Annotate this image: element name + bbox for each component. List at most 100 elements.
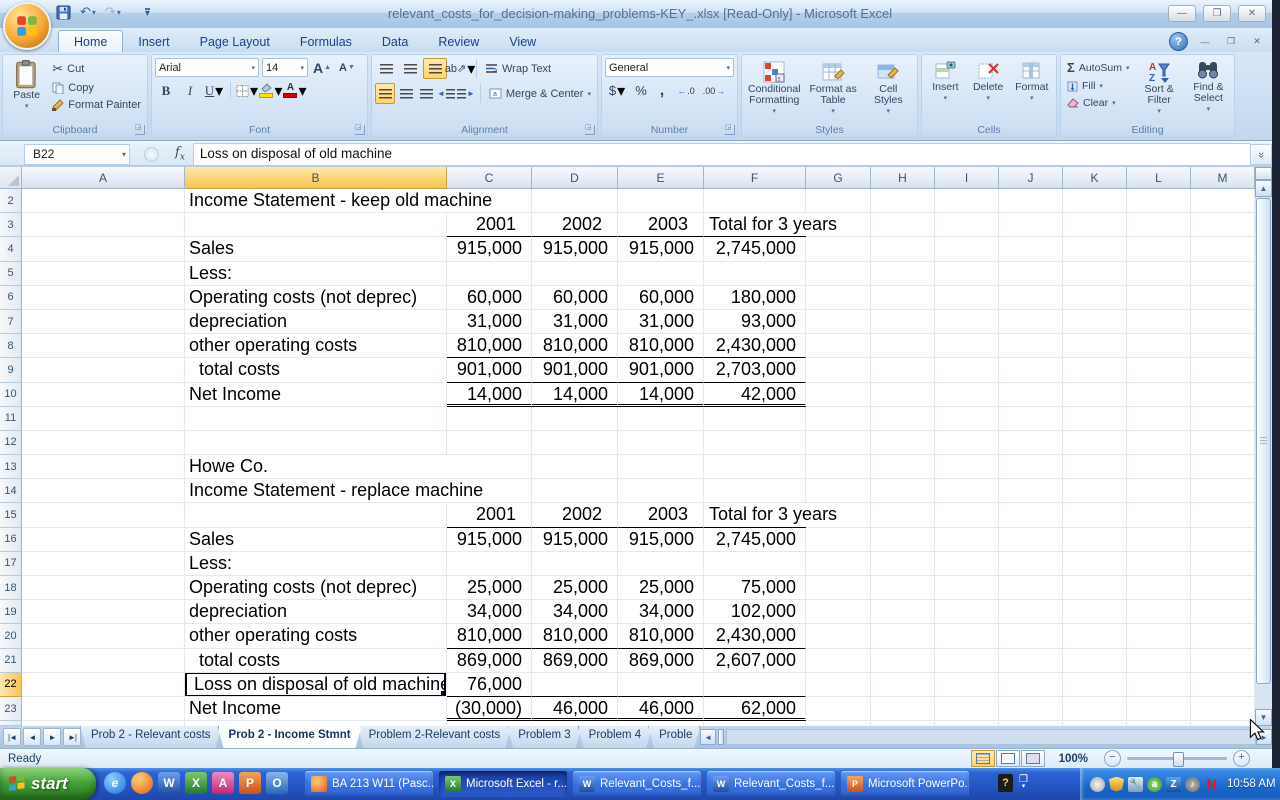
cell-F15[interactable]: Total for 3 years	[704, 503, 806, 527]
row-header-17[interactable]: 17	[0, 552, 22, 576]
sheet-tab-problem-4[interactable]: Problem 4	[578, 726, 652, 748]
cell-L21[interactable]	[1127, 649, 1191, 673]
cell-A16[interactable]	[22, 528, 185, 552]
cell-B21[interactable]: total costs	[185, 649, 447, 673]
row-header-2[interactable]: 2	[0, 189, 22, 213]
cell-M16[interactable]	[1191, 528, 1255, 552]
cell-H4[interactable]	[871, 237, 935, 261]
cell-B3[interactable]	[185, 213, 447, 237]
align-center-button[interactable]	[397, 84, 415, 103]
cut-button[interactable]: ✂Cut	[49, 60, 144, 78]
cell-J14[interactable]	[999, 479, 1063, 503]
workbook-restore-button[interactable]: ❐	[1222, 35, 1240, 48]
cell-I21[interactable]	[935, 649, 999, 673]
sheet-tab-prob-2-income-stmnt[interactable]: Prob 2 - Income Stmnt	[218, 726, 362, 748]
tools-icon[interactable]: 🔧	[1128, 777, 1143, 792]
cell-L5[interactable]	[1127, 262, 1191, 286]
norton-icon[interactable]: N	[1204, 777, 1219, 792]
cell-L7[interactable]	[1127, 310, 1191, 334]
row-header-19[interactable]: 19	[0, 600, 22, 624]
cell-I13[interactable]	[935, 455, 999, 479]
accounting-format-button[interactable]: $▾	[605, 81, 629, 100]
cell-M11[interactable]	[1191, 407, 1255, 431]
cell-J21[interactable]	[999, 649, 1063, 673]
cell-I5[interactable]	[935, 262, 999, 286]
cell-L11[interactable]	[1127, 407, 1191, 431]
bottom-align-button[interactable]	[423, 58, 447, 79]
cell-F18[interactable]: 75,000	[704, 576, 806, 600]
cell-L16[interactable]	[1127, 528, 1191, 552]
cell-G5[interactable]	[806, 262, 871, 286]
cell-J12[interactable]	[999, 431, 1063, 455]
cell-F22[interactable]	[704, 673, 806, 697]
page-layout-view-button[interactable]	[996, 750, 1020, 767]
cell-A10[interactable]	[22, 383, 185, 407]
cell-G17[interactable]	[806, 552, 871, 576]
underline-button[interactable]: U▾	[203, 81, 225, 100]
help-button[interactable]: ?	[1169, 32, 1188, 51]
comma-style-button[interactable]: ,	[653, 81, 671, 100]
ribbon-tab-formulas[interactable]: Formulas	[285, 31, 367, 52]
row-header-3[interactable]: 3	[0, 213, 22, 237]
title-bar[interactable]: ↶▾ ↷▾ ▾ relevant_costs_for_decision-maki…	[0, 0, 1280, 29]
workbook-minimize-button[interactable]: —	[1196, 35, 1214, 48]
cell-C23[interactable]: (30,000)	[447, 697, 532, 721]
cell-E7[interactable]: 31,000	[618, 310, 704, 334]
cell-I20[interactable]	[935, 624, 999, 648]
cell-E14[interactable]	[618, 479, 704, 503]
redo-button[interactable]: ↷▾	[103, 3, 123, 21]
cell-K16[interactable]	[1063, 528, 1127, 552]
cell-D22[interactable]	[532, 673, 618, 697]
column-header-A[interactable]: A	[22, 167, 185, 189]
word-icon[interactable]: W	[158, 772, 180, 794]
row-header-7[interactable]: 7	[0, 310, 22, 334]
cell-C12[interactable]	[447, 431, 532, 455]
column-header-I[interactable]: I	[935, 167, 999, 189]
cell-J19[interactable]	[999, 600, 1063, 624]
orientation-button[interactable]: ab⇗▾	[449, 59, 471, 78]
cell-E20[interactable]: 810,000	[618, 624, 704, 648]
cell-A7[interactable]	[22, 310, 185, 334]
cell-G16[interactable]	[806, 528, 871, 552]
cell-K5[interactable]	[1063, 262, 1127, 286]
cell-G11[interactable]	[806, 407, 871, 431]
cell-C8[interactable]: 810,000	[447, 334, 532, 358]
cell-J8[interactable]	[999, 334, 1063, 358]
cell-D11[interactable]	[532, 407, 618, 431]
ribbon-tab-data[interactable]: Data	[367, 31, 423, 52]
cell-J23[interactable]	[999, 697, 1063, 721]
cell-H2[interactable]	[871, 189, 935, 213]
font-size-select[interactable]: 14▾	[262, 58, 308, 77]
expand-formula-bar-button[interactable]: »	[1250, 144, 1272, 165]
cell-B14[interactable]: Income Statement - replace machine	[185, 479, 447, 503]
previous-sheet-button[interactable]: ◄	[23, 728, 41, 746]
cell-G21[interactable]	[806, 649, 871, 673]
cell-M5[interactable]	[1191, 262, 1255, 286]
cell-D18[interactable]: 25,000	[532, 576, 618, 600]
column-header-D[interactable]: D	[532, 167, 618, 189]
cell-A20[interactable]	[22, 624, 185, 648]
cell-I19[interactable]	[935, 600, 999, 624]
row-header-13[interactable]: 13	[0, 455, 22, 479]
cell-E10[interactable]: 14,000	[618, 383, 704, 407]
cell-J10[interactable]	[999, 383, 1063, 407]
cell-B4[interactable]: Sales	[185, 237, 447, 261]
number-format-select[interactable]: General▾	[605, 58, 734, 77]
page-break-view-button[interactable]	[1021, 750, 1045, 767]
row-header-8[interactable]: 8	[0, 334, 22, 358]
cell-G8[interactable]	[806, 334, 871, 358]
cell-H8[interactable]	[871, 334, 935, 358]
cell-E6[interactable]: 60,000	[618, 286, 704, 310]
cell-K3[interactable]	[1063, 213, 1127, 237]
cell-B5[interactable]: Less:	[185, 262, 447, 286]
cell-G23[interactable]	[806, 697, 871, 721]
cell-M22[interactable]	[1191, 673, 1255, 697]
clear-button[interactable]: Clear▾	[1064, 96, 1133, 110]
cell-M9[interactable]	[1191, 358, 1255, 382]
increase-indent-button[interactable]: ►	[457, 84, 475, 103]
row-header-21[interactable]: 21	[0, 649, 22, 673]
cell-C22[interactable]: 76,000	[447, 673, 532, 697]
zoom-slider-thumb[interactable]	[1173, 752, 1184, 767]
cell-G7[interactable]	[806, 310, 871, 334]
cell-H17[interactable]	[871, 552, 935, 576]
